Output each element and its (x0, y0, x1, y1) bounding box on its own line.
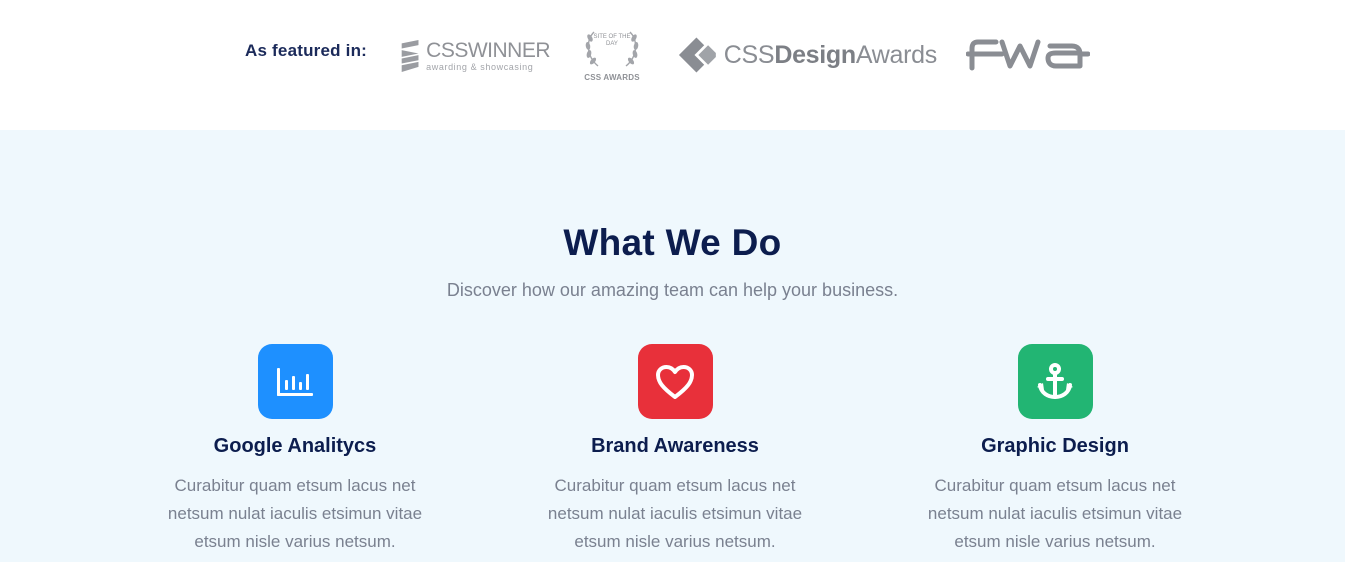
fwa-logo[interactable] (965, 36, 1091, 72)
service-description: Curabitur quam etsum lacus net netsum nu… (547, 476, 803, 551)
cssda-bold: Design (774, 40, 856, 69)
service-description: Curabitur quam etsum lacus net netsum nu… (167, 476, 423, 551)
csswinner-logo[interactable]: CSSWINNER awarding & showcasing (400, 36, 550, 76)
csswinner-mark-icon (401, 40, 419, 72)
service-title: Graphic Design (981, 435, 1129, 457)
bar-chart-icon (257, 344, 333, 419)
cssda-mark-icon (678, 37, 716, 73)
service-card-graphic-design: Graphic Design Curabitur quam etsum lacu… (905, 344, 1205, 556)
featured-in-section: As featured in: CSSWINNER awarding & sho… (0, 0, 1345, 130)
anchor-icon (1017, 344, 1093, 419)
css-awards-logo[interactable]: SITE OF THE DAY CSS AWARDS (580, 26, 644, 84)
service-card-brand-awareness: Brand Awareness Curabitur quam etsum lac… (525, 344, 825, 556)
service-description: Curabitur quam etsum lacus net netsum nu… (927, 476, 1183, 551)
cssda-prefix: CSS (723, 40, 775, 69)
featured-label: As featured in: (245, 41, 368, 60)
section-title: What We Do (563, 222, 782, 263)
service-title: Google Analitycs (213, 435, 377, 457)
service-card-google-analytics: Google Analitycs Curabitur quam etsum la… (145, 344, 445, 556)
sotd-caption: CSS AWARDS (584, 73, 640, 82)
fwa-logo-icon (965, 39, 1091, 71)
service-title: Brand Awareness (591, 435, 759, 457)
sotd-badge-text: SITE OF THE DAY (593, 34, 631, 47)
what-we-do-section: What We Do Discover how our amazing team… (0, 130, 1345, 562)
section-subtitle: Discover how our amazing team can help y… (446, 280, 899, 300)
csswinner-title: CSSWINNER (426, 39, 550, 62)
csswinner-subtitle: awarding & showcasing (426, 62, 534, 72)
laurel-wreath-icon (585, 31, 639, 67)
css-design-awards-logo[interactable]: CSSDesignAwards (677, 35, 937, 75)
heart-icon (637, 344, 713, 419)
cssda-suffix: Awards (855, 40, 937, 69)
